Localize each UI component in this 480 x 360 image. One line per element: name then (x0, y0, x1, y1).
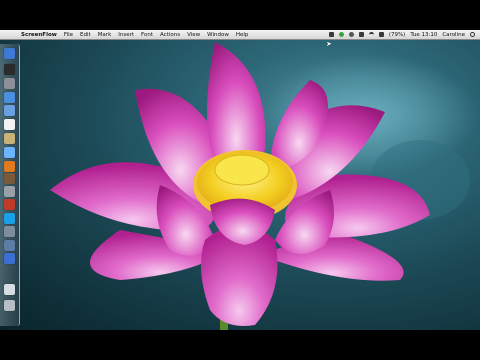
menu-app-name[interactable]: ScreenFlow (21, 32, 57, 38)
menu-window[interactable]: Window (207, 32, 229, 38)
menu-extras: (79%) Tue 13:10 Caroline (328, 30, 475, 39)
calendar-icon[interactable] (4, 119, 15, 130)
app-icon[interactable] (4, 173, 15, 184)
menu-insert[interactable]: Insert (118, 32, 134, 38)
mail-icon[interactable] (4, 105, 15, 116)
letterbox-top (0, 0, 480, 30)
photos-icon[interactable] (4, 133, 15, 144)
evernote-icon[interactable] (338, 32, 344, 37)
menu-mark[interactable]: Mark (98, 32, 112, 38)
menu-view[interactable]: View (187, 32, 200, 38)
preview-icon[interactable] (4, 240, 15, 251)
screenflow-record-icon[interactable] (328, 32, 334, 37)
dock (0, 44, 20, 326)
itunes-icon[interactable] (4, 147, 15, 158)
finder-icon[interactable] (4, 48, 15, 59)
mouse-cursor-icon: ➤ (326, 40, 332, 48)
bluetooth-icon[interactable] (358, 32, 364, 37)
menu-font[interactable]: Font (141, 32, 153, 38)
dashboard-icon[interactable] (4, 64, 15, 75)
wallpaper-lotus-image (50, 42, 480, 330)
documents-folder-icon[interactable] (4, 284, 15, 295)
user-name[interactable]: Caroline (442, 32, 465, 38)
trash-icon[interactable] (4, 300, 15, 311)
wifi-icon[interactable] (368, 32, 374, 37)
menu-file[interactable]: File (64, 32, 73, 38)
volume-icon[interactable] (378, 32, 384, 37)
menu-clock[interactable]: Tue 13:10 (410, 32, 437, 38)
letterbox-bottom (0, 330, 480, 360)
screenflow-icon[interactable] (4, 199, 15, 210)
firefox-icon[interactable] (4, 161, 15, 172)
battery-status[interactable]: (79%) (389, 32, 406, 38)
skype-icon[interactable] (4, 213, 15, 224)
time-machine-icon[interactable] (348, 32, 354, 37)
desktop-screen: ScreenFlow File Edit Mark Insert Font Ac… (0, 30, 480, 330)
menu-actions[interactable]: Actions (160, 32, 180, 38)
menu-help[interactable]: Help (236, 32, 249, 38)
utility-icon[interactable] (4, 226, 15, 237)
menu-bar: ScreenFlow File Edit Mark Insert Font Ac… (0, 30, 480, 40)
menu-edit[interactable]: Edit (80, 32, 91, 38)
launchpad-icon[interactable] (4, 78, 15, 89)
spotlight-icon[interactable] (470, 32, 475, 37)
safari-icon[interactable] (4, 92, 15, 103)
system-preferences-icon[interactable] (4, 186, 15, 197)
app-store-icon[interactable] (4, 253, 15, 264)
